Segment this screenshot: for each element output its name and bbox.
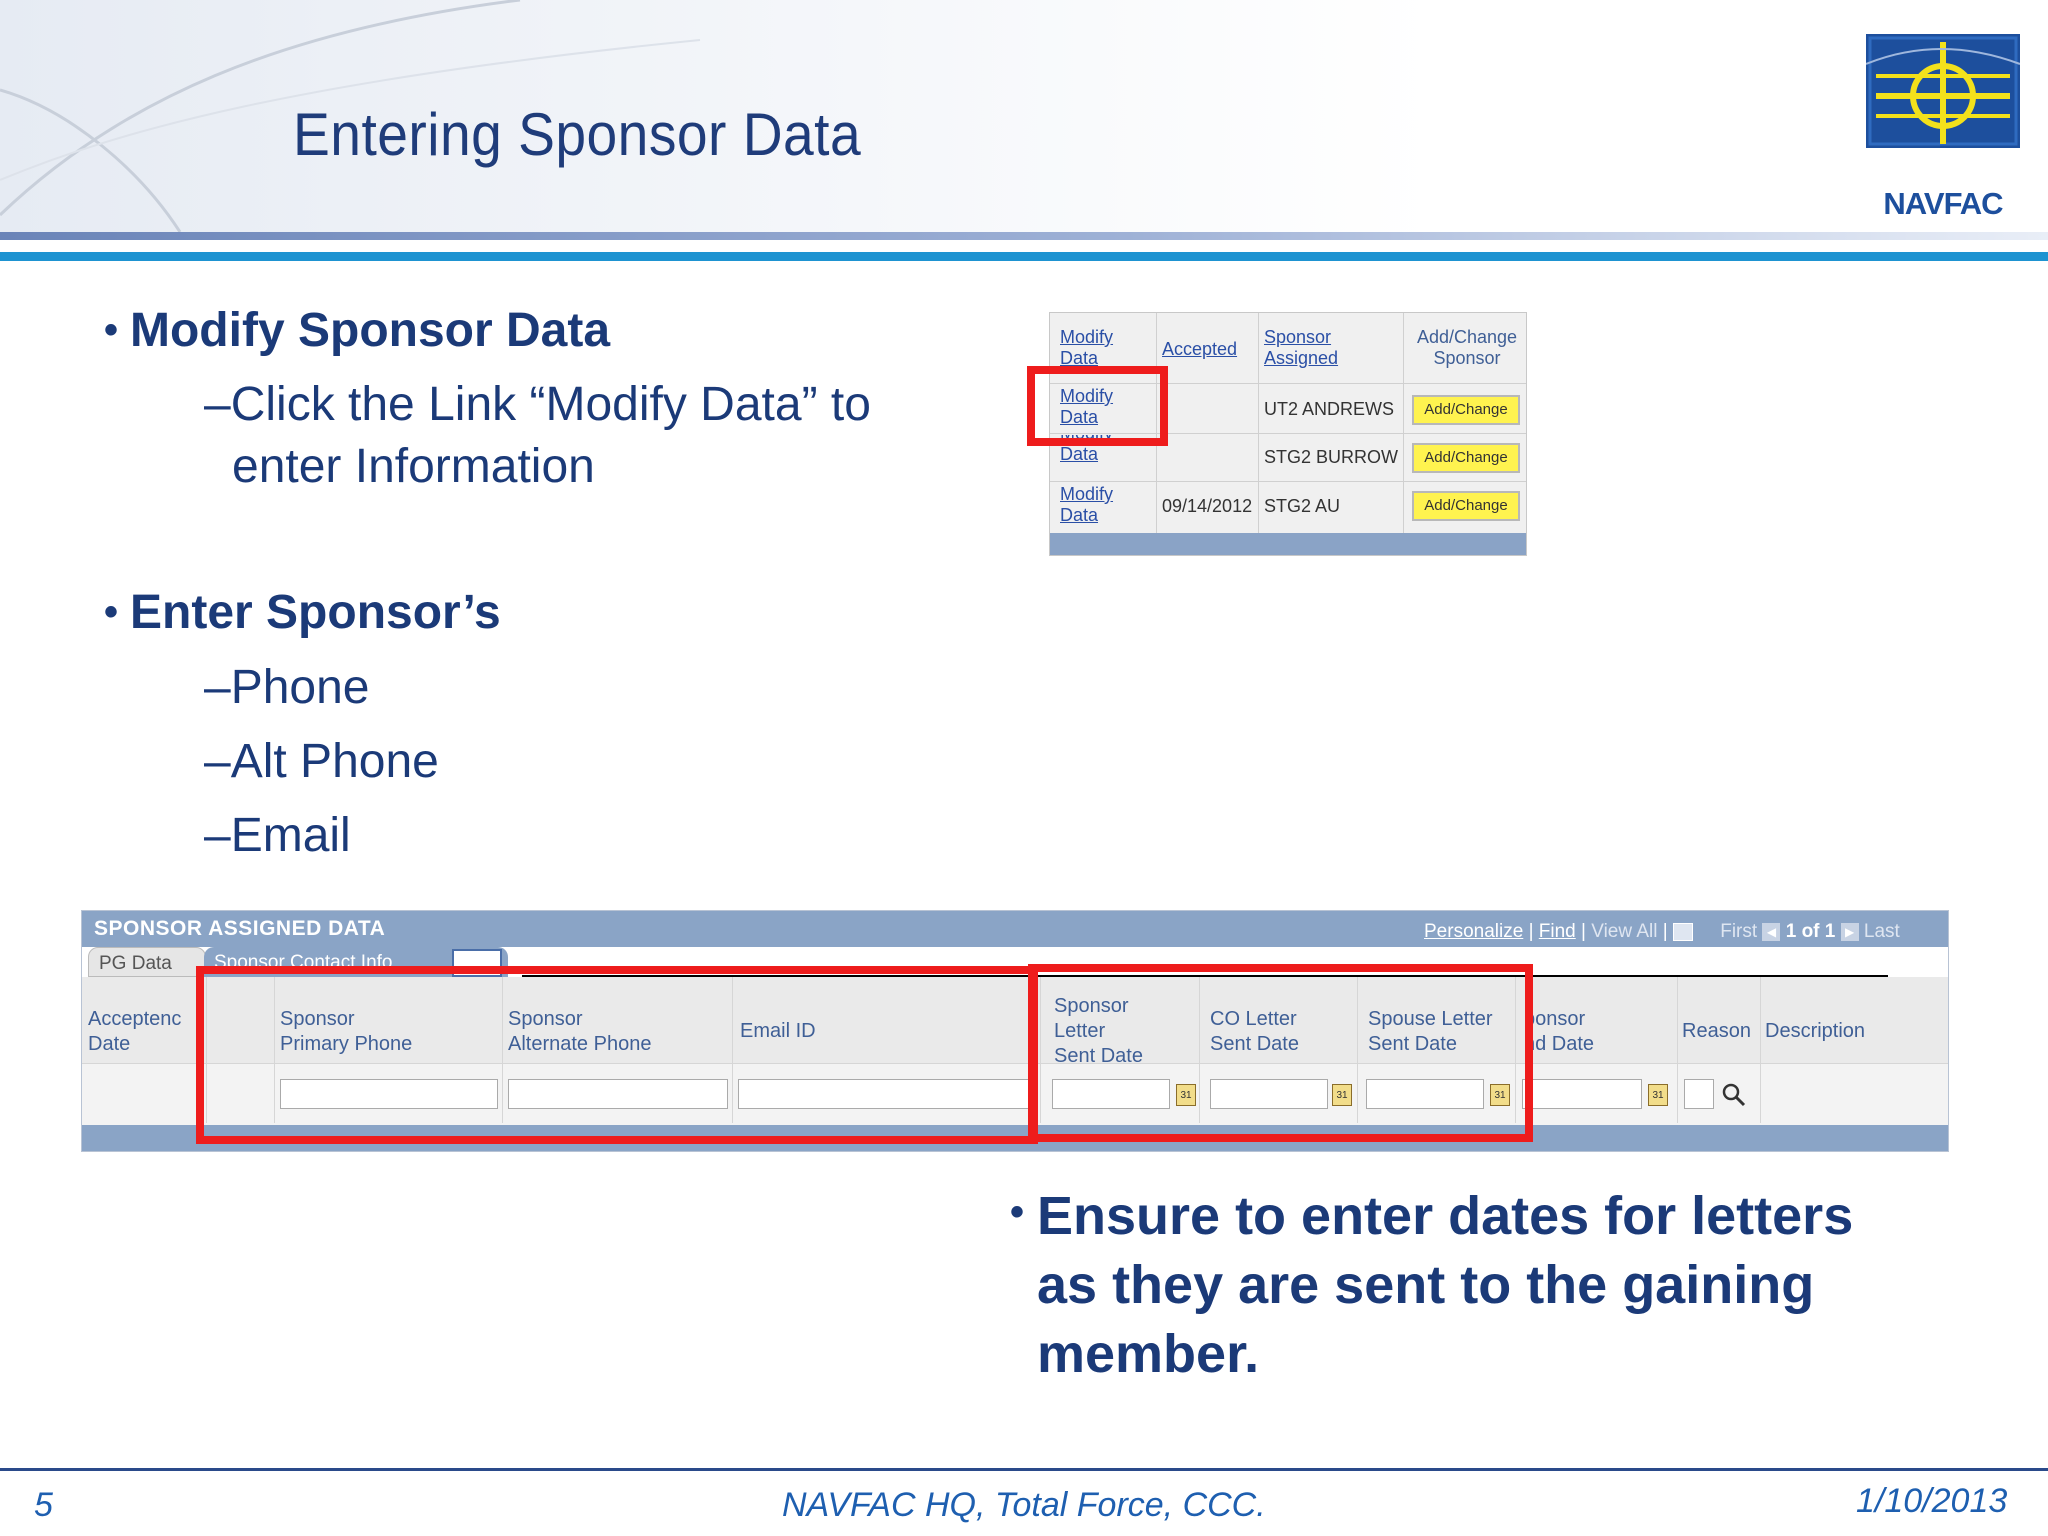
col-modify-data-header[interactable]: Modify Data bbox=[1060, 327, 1113, 369]
header-rule bbox=[0, 232, 2048, 240]
page-counter: 1 of 1 bbox=[1785, 921, 1836, 942]
col-sponsor-assigned-header[interactable]: Sponsor Assigned bbox=[1264, 327, 1338, 369]
view-all-link[interactable]: View All bbox=[1591, 921, 1657, 942]
slide-title: Entering Sponsor Data bbox=[293, 101, 862, 168]
col-acceptence-date: Acceptenc Date bbox=[88, 1008, 182, 1055]
highlight-contact-fields bbox=[196, 966, 1038, 1144]
sub-bullet-alt-phone: –Alt Phone bbox=[204, 735, 439, 788]
modify-data-link[interactable]: ModifyData bbox=[1060, 484, 1113, 526]
sponsor-name: UT2 ANDREWS bbox=[1264, 399, 1395, 419]
sponsor-end-date-input[interactable] bbox=[1522, 1079, 1642, 1109]
col-accepted-header[interactable]: Accepted bbox=[1162, 339, 1237, 360]
footer-date: 1/10/2013 bbox=[1856, 1482, 2008, 1520]
page-number: 5 bbox=[34, 1486, 53, 1524]
next-arrow-icon[interactable]: ▶ bbox=[1840, 922, 1859, 941]
bullet-letter-dates-cont: as they are sent to the gaining bbox=[1037, 1255, 1815, 1315]
col-sponsor-end-date: ponsor nd Date bbox=[1524, 1008, 1595, 1055]
sub-bullet-click-link: –Click the Link “Modify Data” to bbox=[204, 378, 871, 431]
tab-pg-data[interactable]: PG Data bbox=[88, 947, 206, 977]
sub-bullet-click-link-cont: enter Information bbox=[232, 440, 595, 493]
find-link[interactable]: Find bbox=[1539, 921, 1576, 942]
add-change-button[interactable]: Add/Change bbox=[1412, 395, 1520, 425]
highlight-modify-data bbox=[1027, 366, 1168, 446]
sponsor-name: STG2 BURROW bbox=[1264, 447, 1399, 467]
sponsor-name: STG2 AU bbox=[1264, 496, 1341, 516]
first-link[interactable]: First bbox=[1720, 921, 1757, 942]
bullet-letter-dates: Ensure to enter dates for letters bbox=[1037, 1186, 1854, 1246]
personalize-link[interactable]: Personalize bbox=[1424, 921, 1523, 942]
col-add-change-header: Add/Change Sponsor bbox=[1416, 327, 1518, 368]
last-link[interactable]: Last bbox=[1864, 921, 1900, 942]
grid-title-bar: SPONSOR ASSIGNED DATA Personalize | Find… bbox=[82, 911, 1948, 947]
bullet-dot: • bbox=[104, 590, 119, 634]
grid-title: SPONSOR ASSIGNED DATA bbox=[94, 917, 386, 940]
calendar-icon[interactable]: 31 bbox=[1648, 1084, 1668, 1106]
accepted-date: 09/14/2012 bbox=[1162, 496, 1253, 516]
col-description: Description bbox=[1765, 1020, 1866, 1042]
prev-arrow-icon[interactable]: ◀ bbox=[1762, 922, 1781, 941]
bullet-modify-sponsor: Modify Sponsor Data bbox=[130, 304, 611, 357]
bullet-dot: • bbox=[1010, 1190, 1025, 1234]
sub-bullet-email: –Email bbox=[204, 809, 351, 862]
footer-rule bbox=[0, 1468, 2048, 1471]
add-change-button[interactable]: Add/Change bbox=[1412, 491, 1520, 521]
add-change-button[interactable]: Add/Change bbox=[1412, 443, 1520, 473]
sub-bullet-phone: –Phone bbox=[204, 661, 370, 714]
download-grid-icon[interactable] bbox=[1672, 922, 1693, 941]
reason-input[interactable] bbox=[1684, 1079, 1714, 1109]
logo-wordmark: NAVFAC bbox=[1883, 186, 2003, 221]
bullet-letter-dates-cont2: member. bbox=[1037, 1324, 1260, 1384]
grid-toolbar: Personalize | Find | View All | First ◀ … bbox=[1424, 921, 1900, 942]
grid-footer-bar bbox=[1050, 533, 1526, 555]
bullet-enter-sponsor: Enter Sponsor’s bbox=[130, 586, 501, 639]
bullet-dot: • bbox=[104, 308, 119, 352]
footer-org: NAVFAC HQ, Total Force, CCC. bbox=[782, 1486, 1266, 1524]
navfac-logo bbox=[1865, 34, 2021, 148]
header-accent-rule bbox=[0, 252, 2048, 261]
search-icon[interactable] bbox=[1720, 1081, 1748, 1114]
highlight-letter-dates bbox=[1028, 964, 1533, 1142]
col-reason: Reason bbox=[1682, 1020, 1751, 1042]
